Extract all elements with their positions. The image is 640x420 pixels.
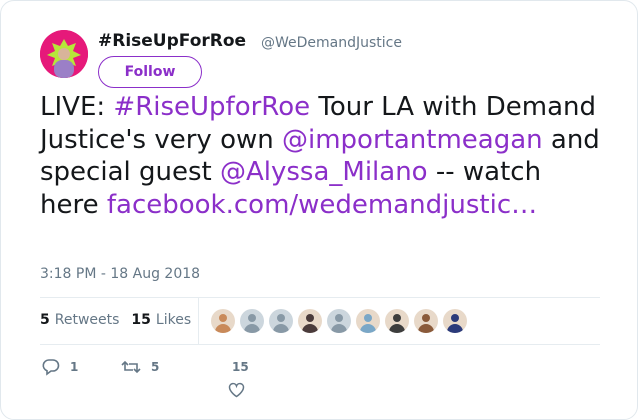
tweet-text-live: LIVE:	[40, 92, 114, 122]
retweet-icon	[121, 358, 141, 376]
liker-avatar[interactable]	[356, 309, 380, 333]
likes-count: 15	[131, 312, 151, 328]
likes-stat[interactable]: 15 Likes	[131, 312, 191, 328]
avatar-logo-icon	[40, 30, 88, 78]
like-button[interactable]: 15	[227, 358, 257, 398]
default-avatar-icon[interactable]	[269, 309, 293, 333]
retweets-label: Retweets	[54, 312, 120, 328]
like-count: 15	[232, 360, 249, 374]
liker-avatar[interactable]	[414, 309, 438, 333]
tweet-actions: 1 5 15	[40, 356, 600, 400]
tweet-timestamp[interactable]: 3:18 PM - 18 Aug 2018	[40, 266, 200, 282]
reply-count: 1	[70, 360, 79, 374]
divider	[40, 297, 600, 298]
user-handle[interactable]: @WeDemandJustice	[261, 35, 402, 51]
liker-avatar[interactable]	[385, 309, 409, 333]
display-name[interactable]: #RiseUpForRoe	[98, 31, 246, 51]
retweets-stat[interactable]: 5 Retweets	[40, 312, 119, 328]
hashtag-link[interactable]: #RiseUpforRoe	[113, 92, 310, 122]
liker-avatar[interactable]	[298, 309, 322, 333]
retweet-count: 5	[151, 360, 160, 374]
liker-avatar[interactable]	[443, 309, 467, 333]
stats-separator	[198, 297, 199, 345]
tweet-stats: 5 Retweets 15 Likes	[40, 312, 191, 328]
follow-button[interactable]: Follow	[98, 56, 202, 88]
retweet-button[interactable]: 5	[121, 358, 159, 376]
likes-label: Likes	[155, 312, 192, 328]
default-avatar-icon[interactable]	[327, 309, 351, 333]
liker-avatars	[211, 309, 472, 333]
mention-link-importantmeagan[interactable]: @importantmeagan	[282, 125, 543, 155]
reply-button[interactable]: 1	[42, 358, 78, 376]
heart-icon	[228, 382, 245, 398]
external-link[interactable]: facebook.com/wedemandjustic…	[107, 190, 537, 220]
retweets-count: 5	[40, 312, 50, 328]
profile-avatar[interactable]	[40, 30, 88, 78]
default-avatar-icon[interactable]	[240, 309, 264, 333]
liker-avatar[interactable]	[211, 309, 235, 333]
mention-link-alyssa-milano[interactable]: @Alyssa_Milano	[220, 157, 428, 187]
reply-icon	[42, 358, 60, 376]
tweet-text: LIVE: #RiseUpforRoe Tour LA with Demand …	[40, 91, 600, 221]
divider	[40, 344, 600, 345]
